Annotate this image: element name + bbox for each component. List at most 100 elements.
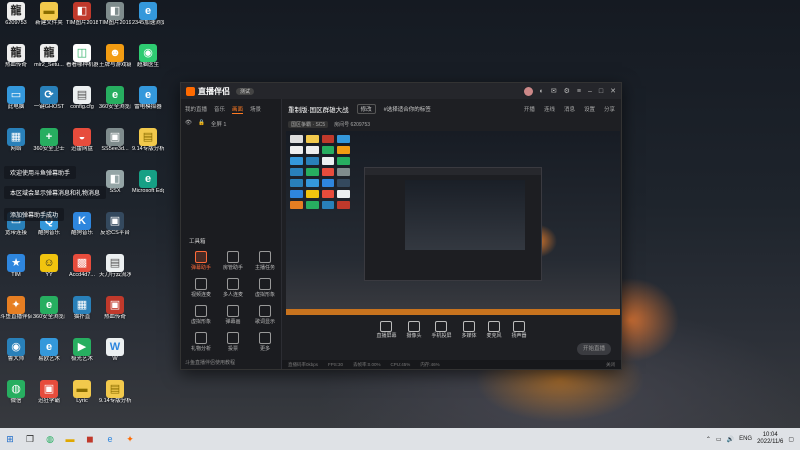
- maximize-icon[interactable]: □: [599, 88, 603, 95]
- desktop-icon[interactable]: ⟳ 一键GHOST: [33, 86, 65, 111]
- desktop-icon[interactable]: e2345加速浏览器: [132, 2, 164, 27]
- volume-icon[interactable]: 🔊: [727, 436, 734, 443]
- desktop-icon-label: 360安全浏览器: [99, 104, 131, 110]
- tool-item[interactable]: 主播任务: [249, 251, 281, 271]
- desktop-icon[interactable]: ◒ 迅雷网盘: [66, 128, 98, 153]
- desktop-icon[interactable]: WW: [99, 338, 131, 363]
- desktop-icon[interactable]: ▩ Accd4d7...: [66, 254, 98, 279]
- avatar[interactable]: [523, 86, 533, 96]
- tool-label: 更多: [259, 346, 270, 352]
- tool-item[interactable]: 礼物分析: [185, 332, 217, 352]
- browser-taskbar-icon[interactable]: e: [104, 433, 116, 445]
- source-button[interactable]: 直播屏幕: [376, 321, 396, 341]
- streaming-taskbar-icon[interactable]: ✦: [124, 433, 136, 445]
- desktop-icon[interactable]: ▤9.14专版分析资料: [99, 380, 131, 405]
- stream-preview[interactable]: [286, 131, 620, 315]
- desktop-icon[interactable]: e 雷电模拟器: [132, 86, 164, 111]
- task-view-icon[interactable]: ❐: [24, 433, 36, 445]
- tool-item[interactable]: 房管助手: [217, 251, 249, 271]
- desktop-icon[interactable]: ▬ Lyric: [66, 380, 98, 405]
- desktop-icon[interactable]: ◍ 微信: [0, 380, 32, 405]
- menu-icon[interactable]: ≡: [577, 88, 581, 95]
- desktop-icon[interactable]: 龍 mir2_Setu...: [33, 44, 65, 69]
- desktop-icon[interactable]: eMicrosoft Edge: [132, 170, 164, 195]
- windows-start-icon[interactable]: ⊞: [4, 433, 16, 445]
- minimize-icon[interactable]: –: [588, 88, 592, 95]
- source-button[interactable]: 麦克风: [487, 321, 502, 341]
- skin-icon[interactable]: ◐: [540, 88, 544, 95]
- tool-item[interactable]: 虚拟形象: [185, 305, 217, 325]
- desktop-icon[interactable]: ▣ SS5ee3d...: [99, 128, 131, 153]
- edit-title-button[interactable]: 修改: [356, 104, 376, 114]
- tool-item[interactable]: 更多: [249, 332, 281, 352]
- tool-item[interactable]: 投票: [217, 332, 249, 352]
- desktop-icon[interactable]: ◉ 鲁大师: [0, 338, 32, 363]
- desktop-icon[interactable]: ▣ 反恐CS平台: [99, 212, 131, 237]
- desktop-icon[interactable]: ✦ 斗鱼直播伴侣: [0, 296, 32, 321]
- desktop-icon[interactable]: ▣ 迅狂学霸: [33, 380, 65, 405]
- tool-item[interactable]: 视频连麦: [185, 278, 217, 298]
- desktop-icon[interactable]: ☺ YY: [33, 254, 65, 279]
- left-tab[interactable]: 画面: [232, 105, 244, 114]
- source-button[interactable]: 扬声器: [512, 321, 527, 341]
- desktop-icon[interactable]: ◧TIM图片20181008...: [66, 2, 98, 27]
- eye-icon[interactable]: 👁: [185, 120, 192, 128]
- header-action[interactable]: 分享: [604, 105, 615, 113]
- header-action[interactable]: 设置: [584, 105, 595, 113]
- lock-icon[interactable]: 🔒: [198, 120, 205, 128]
- desktop-icon[interactable]: K 酷狗音乐: [66, 212, 98, 237]
- wechat-taskbar-icon[interactable]: ◍: [44, 433, 56, 445]
- tool-item[interactable]: 虚拟形象: [249, 278, 281, 298]
- go-live-button[interactable]: 开始直播: [577, 343, 611, 355]
- clock[interactable]: 10:04 2022/11/6: [757, 432, 783, 446]
- room-category[interactable]: #选择适合你的标签: [384, 105, 431, 113]
- notification-icon[interactable]: ▢: [788, 436, 794, 443]
- network-icon[interactable]: ▭: [716, 436, 722, 443]
- desktop-icon[interactable]: e 易欧艺术: [33, 338, 65, 363]
- desktop-icon[interactable]: ◫看看哪种机器人就是hmisa...: [66, 44, 98, 69]
- app-taskbar-icon[interactable]: ◼: [84, 433, 96, 445]
- desktop-icon[interactable]: ▭ 此电脑: [0, 86, 32, 111]
- tool-item[interactable]: 多人连麦: [217, 278, 249, 298]
- tool-item[interactable]: 歌词显示: [249, 305, 281, 325]
- source-button[interactable]: 摄像头: [406, 321, 421, 341]
- header-action[interactable]: 连线: [544, 105, 555, 113]
- header-action[interactable]: 消息: [564, 105, 575, 113]
- left-tab[interactable]: 音乐: [214, 105, 225, 114]
- status-right[interactable]: 关闭: [606, 362, 615, 368]
- left-tab[interactable]: 我的直播: [185, 105, 207, 114]
- left-tab[interactable]: 场景: [250, 105, 261, 114]
- source-button[interactable]: 多媒体: [462, 321, 477, 341]
- close-icon[interactable]: ✕: [610, 87, 616, 95]
- desktop-icon-glyph: ◉: [7, 338, 25, 356]
- gear-icon[interactable]: ⚙: [564, 87, 570, 95]
- desktop-icon[interactable]: 龍 6209753: [0, 2, 32, 27]
- desktop-icon[interactable]: +360安全卫士: [33, 128, 65, 153]
- source-button[interactable]: 手机投屏: [431, 321, 452, 341]
- desktop-icon[interactable]: ◉ 超脑医生: [132, 44, 164, 69]
- desktop-icon[interactable]: ▬ 新建文件夹: [33, 2, 65, 27]
- room-game[interactable]: 国区争霸 · SC5: [288, 120, 329, 128]
- language-indicator[interactable]: ENG: [739, 436, 752, 442]
- desktop-icon[interactable]: ★ TIM: [0, 254, 32, 279]
- desktop-icon[interactable]: ▤天刀行云流水训练: [99, 254, 131, 279]
- desktop-icon[interactable]: ☻王牌与游戏链接: [99, 44, 131, 69]
- chevron-up-icon[interactable]: ⌃: [706, 436, 711, 443]
- header-action[interactable]: 开播: [524, 105, 535, 113]
- desktop-icon[interactable]: ▶ 极光艺术: [66, 338, 98, 363]
- folder-taskbar-icon[interactable]: ▬: [64, 433, 76, 445]
- scene-label[interactable]: 全屏 1: [211, 120, 227, 128]
- desktop-icon[interactable]: ▦ 猫扑直: [66, 296, 98, 321]
- tool-item[interactable]: 弹幕画: [217, 305, 249, 325]
- message-icon[interactable]: ✉: [551, 87, 557, 95]
- desktop-icon[interactable]: 龍热血传奇: [0, 44, 32, 69]
- desktop-icon[interactable]: ◧TIM图片20191027...: [99, 2, 131, 27]
- desktop-icon[interactable]: ▤ config.cfg: [66, 86, 98, 111]
- tool-item[interactable]: 弹幕助手: [185, 251, 217, 271]
- desktop-icon[interactable]: e360安全浏览器: [33, 296, 65, 321]
- desktop-icon[interactable]: e360安全浏览器: [99, 86, 131, 111]
- desktop-icon[interactable]: ▤9.14专版分析资料: [132, 128, 164, 153]
- desktop-icon[interactable]: ▣ 热血传奇: [99, 296, 131, 321]
- desktop-icon[interactable]: ▦ 网络: [0, 128, 32, 153]
- tutorial-link[interactable]: 斗鱼直播伴侣使用教程: [185, 359, 235, 366]
